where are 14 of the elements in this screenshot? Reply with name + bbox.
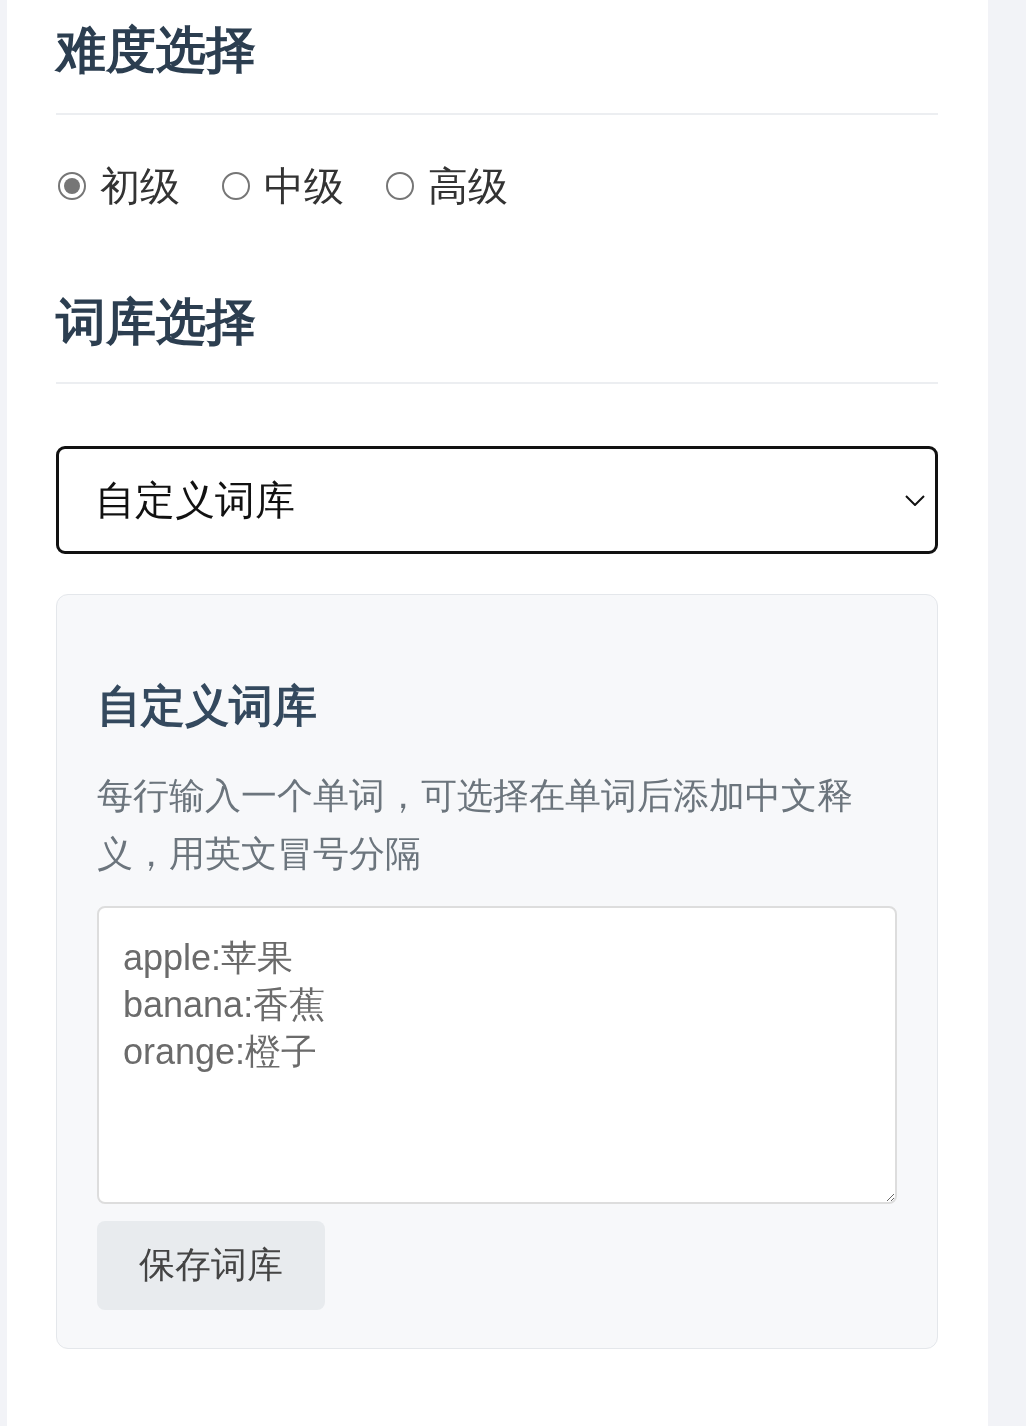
radio-button[interactable] (58, 172, 86, 200)
word-list-textarea[interactable]: apple:苹果 banana:香蕉 orange:橙子 (97, 906, 897, 1204)
radio-label[interactable]: 中级 (264, 161, 344, 211)
radio-button[interactable] (222, 172, 250, 200)
chevron-down-icon (905, 494, 925, 506)
radio-button[interactable] (386, 172, 414, 200)
radio-label[interactable]: 初级 (100, 161, 180, 211)
save-button[interactable]: 保存词库 (97, 1221, 325, 1310)
section-heading: 难度选择 (56, 21, 257, 80)
radio-label[interactable]: 高级 (428, 161, 508, 211)
section-heading: 词库选择 (56, 293, 257, 352)
instruction-text: 每行输入一个单词，可选择在单词后添加中文释义，用英文冒号分隔 (97, 774, 854, 876)
card-heading: 自定义词库 (97, 680, 318, 732)
library-dropdown[interactable]: 自定义词库 (56, 446, 938, 554)
